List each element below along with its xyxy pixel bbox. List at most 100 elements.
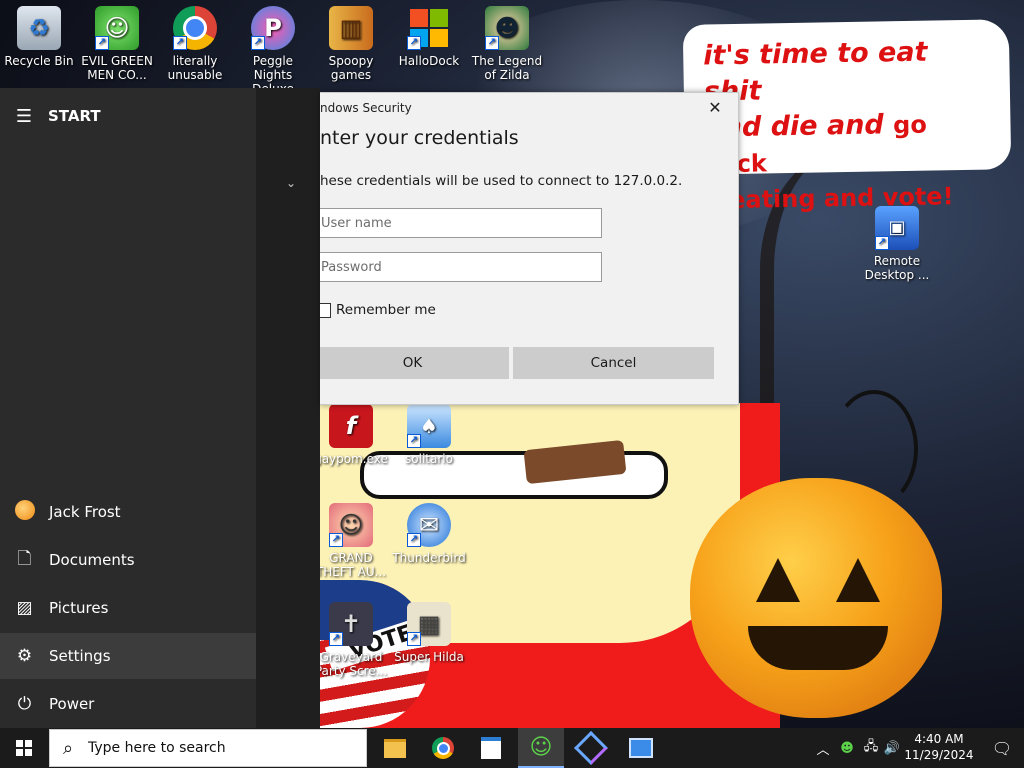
desktop-icon-label: Super Hilda [394, 650, 464, 664]
desktop-icon-label: literally unusable [167, 54, 223, 82]
cancel-button[interactable]: Cancel [513, 347, 714, 379]
user-avatar-icon [14, 499, 35, 520]
start-item-user[interactable]: Jack Frost [0, 489, 256, 535]
network-icon[interactable]: 🖧 [860, 728, 882, 768]
recycle-bin-icon: ♻ [17, 6, 61, 50]
pictures-icon: ▨ [16, 598, 33, 618]
chrome-icon [432, 737, 454, 759]
desktop-icon-label: Spoopy games [328, 54, 374, 82]
desktop-icon-label: The Legend of Zilda [471, 54, 543, 82]
desktop-icon-gaypom[interactable]: f gaypom.exe [312, 404, 390, 466]
desktop-icon-label: Remote Desktop ... [864, 254, 930, 282]
flash-icon: f [329, 404, 373, 448]
desktop-icon-peggle[interactable]: P↗ Peggle Nights Deluxe [234, 6, 312, 96]
taskbar-clock[interactable]: 4:40 AM 11/29/2024 [900, 731, 978, 763]
bubble-line-1: it's time to eat shit [702, 36, 928, 108]
clock-date: 11/29/2024 [904, 748, 974, 762]
start-item-label: Settings [49, 647, 111, 665]
gear-icon: ⚙ [16, 646, 33, 666]
credentials-dialog: ndows Security ✕ nter your credentials h… [320, 92, 739, 405]
taskbar-file-explorer[interactable] [372, 728, 418, 768]
start-item-documents[interactable]: 🗋 Documents [0, 537, 256, 583]
desktop-icon-label: Graveyard Party Scre... [314, 650, 388, 678]
start-menu-title: START [48, 107, 101, 125]
gta-icon: ☺ ↗ [329, 503, 373, 547]
desktop-icon-label: EVIL GREEN MEN CO... [81, 54, 153, 82]
folder-icon [384, 738, 406, 758]
close-icon[interactable]: ✕ [700, 95, 730, 121]
start-button[interactable] [0, 728, 48, 768]
user-name: Jack Frost [49, 503, 121, 521]
desktop-icon-label: HalloDock [398, 54, 460, 68]
search-icon: ⌕ [62, 737, 74, 759]
desktop-icon-label: solitario [405, 452, 453, 466]
start-menu-rail [0, 88, 256, 728]
start-item-settings[interactable]: ⚙ Settings [0, 633, 256, 679]
desktop-icon-solitario[interactable]: ♠ ↗ solitario [390, 404, 468, 466]
thunderbird-icon: ✉ ↗ [407, 503, 451, 547]
peggle-icon: P ↗ [251, 6, 295, 50]
solitaire-icon: ♠ ↗ [407, 404, 451, 448]
taskbar-search[interactable]: ⌕ [49, 729, 367, 767]
remember-me-checkbox[interactable] [320, 303, 331, 318]
desktop-icon-super-hilda[interactable]: ▦ ↗ Super Hilda [390, 602, 468, 664]
document-icon: 🗋 [17, 548, 32, 569]
hamburger-menu-icon[interactable]: ☰ [0, 106, 48, 127]
desktop-icon-evil-green-men[interactable]: ☺ ↗ EVIL GREEN MEN CO... [78, 6, 156, 82]
desktop-icon-gta[interactable]: ☺ ↗ GRAND THEFT AU... [312, 503, 390, 579]
search-input[interactable] [86, 739, 350, 757]
copilot-icon [574, 731, 608, 765]
desktop-icon-literally-unusable[interactable]: ↗ literally unusable [156, 6, 234, 82]
jack-o-lantern [690, 478, 942, 718]
start-item-label: Documents [49, 551, 135, 569]
remote-desktop-icon [629, 738, 653, 758]
remember-me-label: Remember me [336, 302, 436, 318]
desktop-icon-label: gaypom.exe [314, 452, 388, 466]
power-icon: ⏻ [17, 694, 32, 714]
volume-icon[interactable]: 🔊 [882, 728, 902, 768]
desktop-icon-recycle-bin[interactable]: ♻ Recycle Bin [0, 6, 78, 68]
windows-logo-icon [16, 740, 32, 756]
super-hilda-icon: ▦ ↗ [407, 602, 451, 646]
ok-button[interactable]: OK [320, 347, 509, 379]
dialog-title: nter your credentials [320, 127, 519, 149]
password-input[interactable] [320, 252, 602, 282]
start-item-label: Pictures [49, 599, 109, 617]
desktop-icon-remote-desktop[interactable]: ▣ ↗ Remote Desktop ... [858, 206, 936, 282]
desktop-icon-thunderbird[interactable]: ✉ ↗ Thunderbird [390, 503, 468, 565]
desktop-icon-label: Recycle Bin [4, 54, 74, 68]
taskbar-chrome[interactable] [420, 728, 466, 768]
graveyard-icon: ✝ ↗ [329, 602, 373, 646]
chevron-down-icon[interactable]: ⌄ [286, 176, 296, 190]
dialog-caption: ndows Security [320, 101, 412, 115]
username-input[interactable] [320, 208, 602, 238]
clock-time: 4:40 AM [914, 732, 964, 746]
zilda-icon: ☻ ↗ [485, 6, 529, 50]
taskbar-copilot[interactable] [568, 728, 614, 768]
tray-user-icon[interactable]: ☻ [836, 728, 858, 768]
desktop-icon-graveyard-party[interactable]: ✝ ↗ Graveyard Party Scre... [312, 602, 390, 678]
bubble-line-3: treating and vote! [705, 182, 954, 215]
folder-icon: ▥ [329, 6, 373, 50]
desktop-icon-legend-of-zilda[interactable]: ☻ ↗ The Legend of Zilda [468, 6, 546, 82]
dialog-description: hese credentials will be used to connect… [320, 173, 683, 189]
chrome-icon: ↗ [173, 6, 217, 50]
desktop-icon-spoopy-games[interactable]: ▥ Spoopy games [312, 6, 390, 82]
taskbar-remote-desktop[interactable] [618, 728, 664, 768]
notification-icon[interactable]: 🗨 [980, 728, 1024, 768]
desktop-icon-label: Thunderbird [392, 551, 466, 565]
start-menu: ☰ START ⌄ Jack Frost 🗋 Documents ▨ Pictu… [0, 88, 320, 728]
windows-tile-icon: ↗ [407, 6, 451, 50]
taskbar-app-window[interactable] [468, 728, 514, 768]
desktop-icon-label: GRAND THEFT AU... [315, 551, 387, 579]
start-item-power[interactable]: ⏻ Power [0, 681, 256, 727]
start-menu-header[interactable]: ☰ START [0, 88, 256, 144]
start-item-label: Power [49, 695, 95, 713]
taskbar-green-men[interactable]: ☺ [518, 728, 564, 768]
tray-chevron-up-icon[interactable]: ︿ [812, 728, 834, 768]
desktop-icon-hallodock[interactable]: ↗ HalloDock [390, 6, 468, 68]
taskbar: ⌕ ☺ ︿ ☻ 🖧 🔊 4:40 AM 11/29/2024 🗨 [0, 728, 1024, 768]
green-men-icon: ☺ ↗ [95, 6, 139, 50]
green-men-icon: ☺ [529, 734, 553, 760]
start-item-pictures[interactable]: ▨ Pictures [0, 585, 256, 631]
